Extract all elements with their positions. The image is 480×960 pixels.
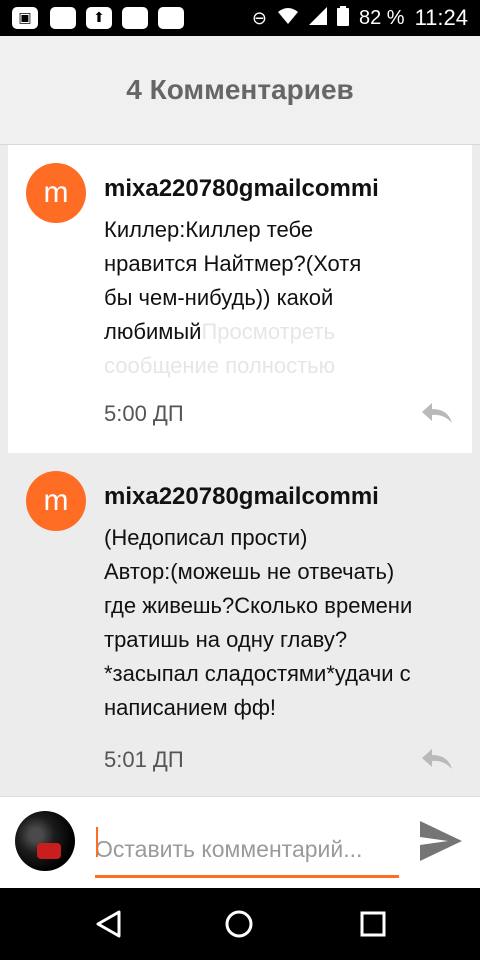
signal-icon xyxy=(308,6,327,30)
do-not-disturb-icon: ⊖ xyxy=(251,7,267,29)
comment-text: Киллер:Киллер тебе нравится Найтмер?(Хот… xyxy=(104,213,464,383)
user-avatar[interactable] xyxy=(15,811,75,871)
view-full-message-link[interactable]: сообщение полностью xyxy=(104,349,464,383)
comments-list[interactable]: m mixa220780gmailcommi Киллер:Киллер теб… xyxy=(0,145,480,795)
recents-icon[interactable] xyxy=(355,906,391,942)
text-cursor xyxy=(96,827,98,857)
status-bar: ▣ ⬆ ⊖ 82 % 11:24 xyxy=(0,0,480,36)
clock: 11:24 xyxy=(414,5,468,30)
comment-author[interactable]: mixa220780gmailcommi xyxy=(104,175,379,203)
comment-timestamp: 5:00 ДП xyxy=(104,401,184,426)
reply-icon[interactable] xyxy=(420,401,454,425)
app-notification-icon xyxy=(122,7,148,29)
avatar[interactable]: m xyxy=(26,471,86,531)
comment-input[interactable] xyxy=(95,823,399,878)
app-notification-icon xyxy=(158,7,184,29)
comment-timestamp: 5:01 ДП xyxy=(104,747,184,772)
comments-header: 4 Комментариев xyxy=(0,36,480,145)
page-title: 4 Комментариев xyxy=(126,74,354,105)
system-nav-bar xyxy=(0,888,480,960)
comment-text: (Недописал прости) Автор:(можешь не отве… xyxy=(104,525,413,720)
view-full-message-link[interactable]: Просмотреть xyxy=(201,319,335,344)
app-notification-icon xyxy=(50,7,76,29)
battery-icon xyxy=(336,5,349,31)
home-icon[interactable] xyxy=(221,906,257,942)
wifi-icon xyxy=(277,7,299,30)
battery-percent: 82 % xyxy=(358,6,405,29)
back-icon[interactable] xyxy=(90,906,126,942)
comment-author[interactable]: mixa220780gmailcommi xyxy=(104,483,379,511)
game-controller-icon: ▣ xyxy=(12,7,38,29)
comment-composer xyxy=(0,796,480,889)
comment-item[interactable]: m mixa220780gmailcommi Киллер:Киллер теб… xyxy=(8,145,472,453)
reply-icon[interactable] xyxy=(420,747,454,771)
avatar[interactable]: m xyxy=(26,163,86,223)
download-icon: ⬆ xyxy=(86,7,112,29)
send-icon[interactable] xyxy=(416,819,464,863)
comment-item[interactable]: m mixa220780gmailcommi (Недописал прости… xyxy=(8,453,472,793)
